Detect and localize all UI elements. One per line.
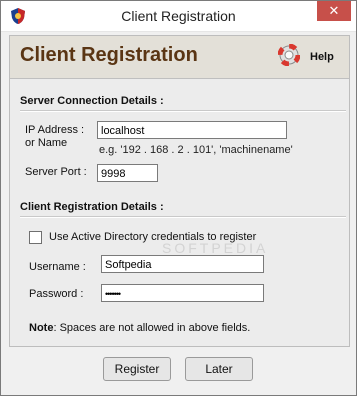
register-button[interactable]: Register — [103, 357, 171, 381]
active-directory-checkbox[interactable] — [29, 231, 42, 244]
ip-address-label-or-name: or Name — [25, 137, 68, 149]
ip-address-label: IP Address : — [25, 124, 85, 136]
header-title: Client Registration — [20, 44, 198, 66]
note-label: Note — [29, 322, 54, 334]
credentials-section-title: Client Registration Details : — [20, 201, 164, 213]
username-label: Username : — [29, 261, 86, 273]
dialog-header: Client Registration Help — [10, 36, 349, 79]
note-text: Note: Spaces are not allowed in above fi… — [29, 322, 250, 334]
client-registration-window: Client Registration ✕ Client Registratio… — [0, 0, 357, 396]
credentials-section-divider — [20, 216, 346, 218]
ip-address-input[interactable]: localhost — [97, 121, 287, 139]
title-bar[interactable]: Client Registration ✕ — [1, 1, 356, 32]
window-title: Client Registration — [121, 8, 236, 24]
ip-address-hint: e.g. '192 . 168 . 2 . 101', 'machinename… — [99, 144, 293, 156]
server-section-divider — [20, 110, 346, 112]
later-button[interactable]: Later — [185, 357, 253, 381]
close-button[interactable]: ✕ — [317, 1, 351, 21]
password-label: Password : — [29, 288, 84, 300]
server-port-input[interactable]: 9998 — [97, 164, 158, 182]
password-input[interactable]: ••••••• — [101, 284, 264, 302]
username-input[interactable]: Softpedia — [101, 255, 264, 273]
note-message: : Spaces are not allowed in above fields… — [53, 322, 251, 334]
dialog-content: Client Registration Help Server Connecti… — [9, 35, 350, 347]
server-section-title: Server Connection Details : — [20, 95, 164, 107]
server-port-label: Server Port : — [25, 166, 87, 178]
lifebuoy-icon[interactable] — [278, 44, 300, 66]
help-link[interactable]: Help — [310, 51, 334, 63]
active-directory-label: Use Active Directory credentials to regi… — [49, 231, 257, 243]
